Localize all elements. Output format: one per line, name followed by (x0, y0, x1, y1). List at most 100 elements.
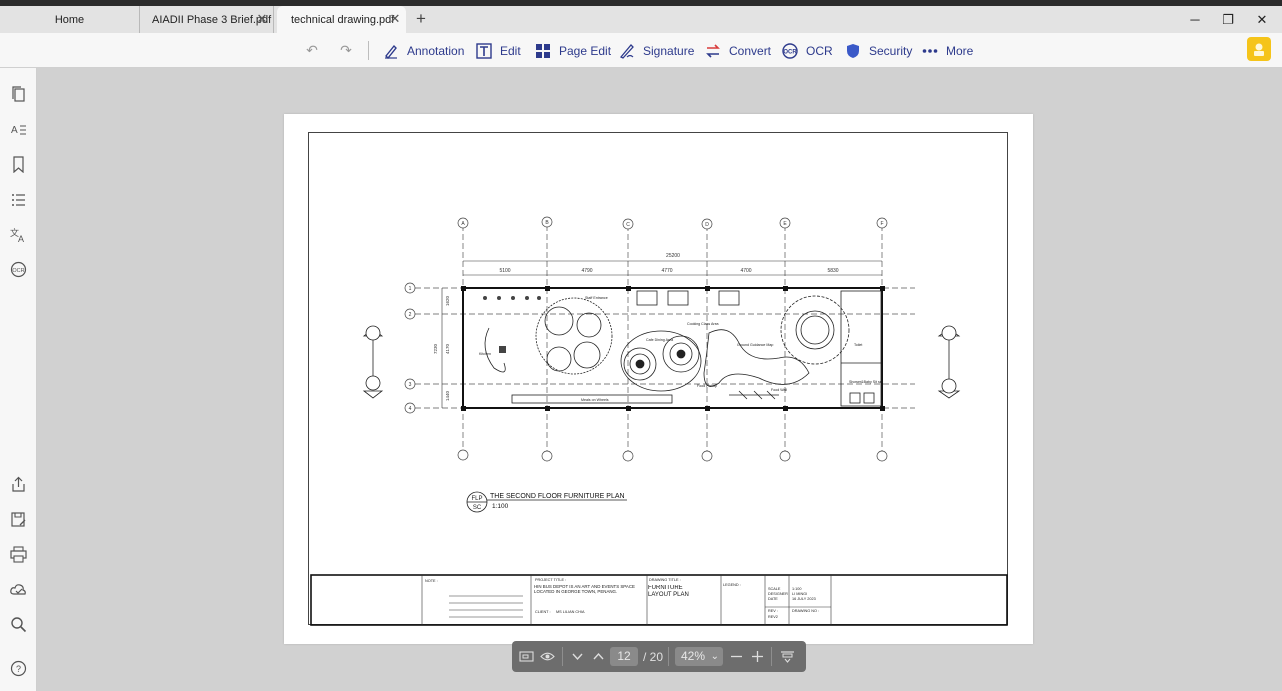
tb-client: MS LILIAN CHIA (556, 610, 585, 614)
plan-title: THE SECOND FLOOR FURNITURE PLAN (490, 493, 625, 500)
close-window-button[interactable]: ✕ (1252, 10, 1272, 30)
current-page-input[interactable]: 12 (610, 647, 638, 666)
svg-text:OCR: OCR (783, 49, 797, 55)
page-layout-icon[interactable] (780, 649, 795, 664)
ocr-button[interactable]: OCR OCR (782, 33, 833, 68)
edit-button[interactable]: Edit (476, 33, 521, 68)
plan-tag-bottom: SC (473, 505, 482, 511)
tb-scale: 1:100 (792, 587, 802, 591)
close-icon[interactable]: ✕ (388, 12, 402, 26)
tb-rev: REV2 (768, 615, 778, 619)
left-sidebar: A 文A OCR ? (0, 68, 37, 691)
premium-icon (1254, 43, 1264, 56)
tab-aiadii-brief[interactable]: AIADII Phase 3 Brief.pdf ✕ (140, 6, 274, 33)
translate-icon[interactable]: 文A (10, 226, 27, 243)
room-label: Cafe Dining Area (646, 338, 673, 342)
floor-plan-drawing: A B C D E F 1 2 3 4 25200 5100 4790 4770… (310, 216, 1008, 626)
undo-icon[interactable]: ↶ (303, 41, 321, 59)
toolbar-divider (368, 41, 369, 60)
cloud-icon[interactable] (10, 581, 27, 598)
restore-button[interactable]: ❐ (1218, 10, 1238, 30)
grid-label: 3 (409, 382, 412, 388)
tab-label: AIADII Phase 3 Brief.pdf (152, 13, 272, 26)
side-total-dimension: 7230 (433, 343, 438, 354)
convert-icon (706, 43, 720, 58)
premium-button[interactable] (1247, 37, 1271, 61)
svg-text:A: A (11, 125, 18, 136)
ocr-icon: OCR (782, 42, 798, 59)
ocr-sidebar-icon[interactable]: OCR (10, 261, 27, 278)
room-label: Toilet (854, 343, 862, 347)
room-label: Shower&Baby Sit set (849, 380, 883, 384)
signature-icon (619, 43, 634, 59)
room-label: Food Pickup (697, 384, 717, 388)
fit-page-icon[interactable] (519, 649, 534, 664)
zoom-in-icon[interactable] (750, 649, 765, 664)
navbar-divider (668, 647, 669, 666)
pen-icon (385, 44, 397, 59)
tb-rev-label: REV : (768, 609, 778, 613)
new-tab-button[interactable]: + (412, 10, 430, 28)
pages-icon[interactable] (10, 86, 27, 103)
plan-scale: 1:100 (492, 503, 509, 510)
plan-tag-top: FLP (471, 496, 482, 502)
text-edit-icon (476, 42, 492, 59)
close-icon[interactable]: ✕ (255, 12, 269, 26)
redo-icon[interactable]: ↷ (337, 41, 355, 59)
eye-icon[interactable] (540, 649, 555, 664)
text-icon[interactable]: A (10, 121, 27, 138)
chevron-down-icon[interactable] (570, 649, 585, 664)
navbar-divider (771, 647, 772, 666)
edit-label: Edit (500, 43, 521, 58)
main-toolbar: ↶ ↷ Annotation Edit Page Edit Signature … (0, 33, 1282, 68)
chevron-down-icon: ⌄ (710, 651, 719, 662)
svg-text:?: ? (16, 664, 21, 674)
search-icon[interactable] (10, 616, 27, 633)
shield-icon (847, 43, 859, 58)
signature-label: Signature (643, 43, 695, 58)
tab-technical-drawing[interactable]: technical drawing.pdf ✕ (277, 6, 406, 33)
tb-notes-label: NOTE : (425, 579, 438, 583)
bay-dimension: 4700 (740, 268, 751, 274)
tb-drawing-title-label: DRAWING TITLE : (649, 578, 681, 582)
share-icon[interactable] (10, 476, 27, 493)
page-edit-button[interactable]: Page Edit (535, 33, 611, 68)
room-label: Food Wall (771, 388, 787, 392)
pdf-page: A B C D E F 1 2 3 4 25200 5100 4790 4770… (284, 114, 1033, 644)
annotation-label: Annotation (407, 43, 465, 58)
help-icon[interactable]: ? (10, 660, 27, 677)
bay-dimension: 5830 (827, 268, 838, 274)
room-label: Ground Guidance Map (737, 343, 773, 347)
convert-label: Convert (729, 43, 772, 58)
grid-label: F (880, 221, 883, 227)
save-edit-icon[interactable] (10, 511, 27, 528)
tb-project-title-label: PROJECT TITLE : (535, 578, 566, 582)
minimize-button[interactable]: ─ (1185, 10, 1205, 30)
more-dots-icon (922, 48, 938, 53)
annotation-button[interactable]: Annotation (383, 33, 464, 68)
more-button[interactable]: More (922, 33, 973, 68)
room-label: Cooking Class Area (687, 322, 719, 326)
convert-button[interactable]: Convert (705, 33, 771, 68)
tab-label: technical drawing.pdf (291, 13, 395, 26)
tb-drawing-title: FURNITURE LAYOUT PLAN (648, 585, 689, 598)
ocr-label: OCR (806, 43, 833, 58)
tab-bar: Home AIADII Phase 3 Brief.pdf ✕ technica… (0, 6, 1282, 33)
tb-date-label: DATE (768, 597, 778, 601)
svg-text:OCR: OCR (12, 268, 24, 274)
tb-legend-label: LEGEND : (723, 583, 741, 587)
outline-list-icon[interactable] (10, 191, 27, 208)
bookmark-icon[interactable] (10, 156, 27, 173)
tab-home[interactable]: Home (0, 6, 140, 33)
print-icon[interactable] (10, 546, 27, 563)
zoom-select[interactable]: 42% ⌄ (675, 647, 723, 666)
chevron-up-icon[interactable] (591, 649, 606, 664)
grid-label: 1 (409, 286, 412, 292)
drawing-frame: A B C D E F 1 2 3 4 25200 5100 4790 4770… (308, 132, 1008, 626)
tb-drawing-no-label: DRAWING NO : (792, 609, 819, 613)
page-edit-label: Page Edit (559, 43, 612, 58)
security-button[interactable]: Security (845, 33, 912, 68)
zoom-out-icon[interactable] (729, 649, 744, 664)
overall-dimension: 25200 (666, 253, 680, 259)
signature-button[interactable]: Signature (619, 33, 694, 68)
